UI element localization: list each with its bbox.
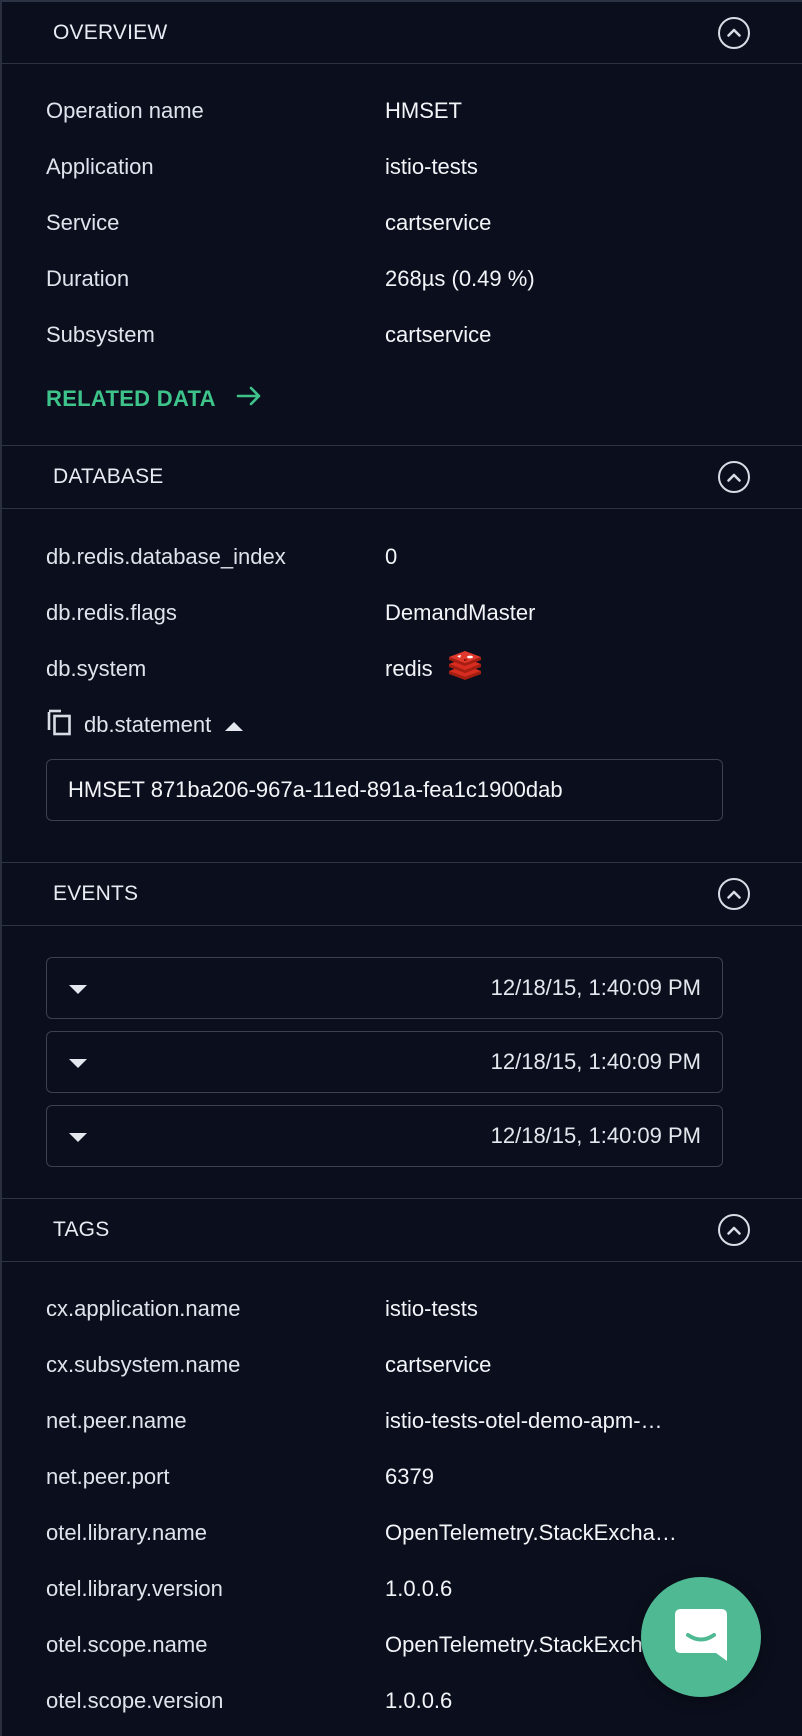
database-section-title: DATABASE [53,465,164,488]
row-key: cx.subsystem.name [46,1352,241,1377]
chevron-up-circle-icon[interactable] [718,1214,750,1246]
db-statement-row: db.statement [46,697,758,753]
event-time: 12/18/15, 1:40:09 PM [490,1123,701,1148]
tags-section-title: TAGS [53,1218,110,1241]
row-value: 0 [385,544,398,569]
caret-down-icon[interactable] [69,1123,87,1149]
chat-launcher-button[interactable] [641,1577,761,1697]
row-key: otel.scope.version [46,1688,224,1713]
event-time: 12/18/15, 1:40:09 PM [490,1049,701,1074]
overview-row: Duration 268µs (0.49 %) [46,251,758,307]
tag-row: otel.scope.version 1.0.0.6 [46,1673,758,1729]
row-key: Service [46,210,120,235]
row-value: 1.0.0.6 [385,1576,453,1601]
row-value: OpenTelemetry.StackExch… [385,1632,665,1657]
db-statement-value: HMSET 871ba206-967a-11ed-891a-fea1c1900d… [68,777,563,802]
row-key: db.system [46,656,147,681]
copy-icon[interactable] [46,708,72,742]
chevron-up-circle-icon[interactable] [718,16,750,49]
overview-row: Operation name HMSET [46,83,758,139]
tag-row: net.peer.name istio-tests-otel-demo-apm-… [46,1393,758,1449]
database-section-header[interactable]: DATABASE [2,445,802,509]
row-value: 6379 [385,1464,434,1489]
row-key: otel.scope.name [46,1632,208,1657]
row-key: Application [46,154,154,179]
row-key: net.peer.name [46,1408,187,1433]
row-value: cartservice [385,322,492,347]
overview-section-title: OVERVIEW [53,20,168,44]
row-value: istio-tests [385,154,478,179]
overview-row: Application istio-tests [46,139,758,195]
database-row: db.redis.database_index 0 [46,529,758,585]
row-value: istio-tests-otel-demo-apm-… [385,1408,663,1433]
row-value-with-icon: redis [385,651,483,687]
row-key: Duration [46,266,130,291]
database-row: db.redis.flags DemandMaster [46,585,758,641]
database-section-body: db.redis.database_index 0 db.redis.flags… [2,509,802,862]
related-data-label: RELATED DATA [46,386,216,411]
event-item[interactable]: 12/18/15, 1:40:09 PM [46,957,723,1019]
events-section-body: 12/18/15, 1:40:09 PM 12/18/15, 1:40:09 P… [2,926,802,1198]
database-row: db.system redis [46,641,758,697]
redis-logo-icon [447,651,483,687]
overview-row: Subsystem cartservice [46,307,758,363]
row-key: Subsystem [46,322,155,347]
chevron-up-circle-icon[interactable] [718,878,750,910]
row-key: otel.library.name [46,1520,207,1545]
row-key: net.peer.port [46,1464,170,1489]
tag-row: cx.application.name istio-tests [46,1281,758,1337]
db-statement-label: db.statement [84,712,212,737]
overview-section-header[interactable]: OVERVIEW [2,0,802,64]
chevron-up-circle-icon[interactable] [718,461,750,493]
span-details-panel: OVERVIEW Operation name HMSET Applicatio… [0,0,802,1736]
tag-row: otel.library.name OpenTelemetry.StackExc… [46,1505,758,1561]
caret-down-icon[interactable] [69,975,87,1001]
row-key: Operation name [46,98,204,123]
event-time: 12/18/15, 1:40:09 PM [490,975,701,1000]
overview-section-body: Operation name HMSET Application istio-t… [2,64,802,445]
related-data-link[interactable]: RELATED DATA [46,371,758,427]
row-value: istio-tests [385,1296,478,1321]
row-key: cx.application.name [46,1296,241,1321]
arrow-right-icon [216,386,262,412]
row-value: DemandMaster [385,600,536,625]
db-statement-value-box[interactable]: HMSET 871ba206-967a-11ed-891a-fea1c1900d… [46,759,723,821]
row-value: 1.0.0.6 [385,1688,453,1713]
tag-row: cx.subsystem.name cartservice [46,1337,758,1393]
row-value: 268µs (0.49 %) [385,266,535,291]
event-item[interactable]: 12/18/15, 1:40:09 PM [46,1031,723,1093]
events-section-header[interactable]: EVENTS [2,862,802,926]
chat-bubble-icon [669,1603,733,1672]
row-value: cartservice [385,210,492,235]
tags-section-header[interactable]: TAGS [2,1198,802,1262]
row-value: HMSET [385,98,462,123]
row-key: db.redis.database_index [46,544,286,569]
tag-row: net.peer.port 6379 [46,1449,758,1505]
overview-row: Service cartservice [46,195,758,251]
events-section-title: EVENTS [53,882,139,905]
caret-up-icon[interactable] [225,712,244,738]
caret-down-icon[interactable] [69,1049,87,1075]
row-key: db.redis.flags [46,600,177,625]
event-item[interactable]: 12/18/15, 1:40:09 PM [46,1105,723,1167]
row-value: OpenTelemetry.StackExcha… [385,1520,677,1545]
row-value: cartservice [385,1352,492,1377]
db-system-value: redis [385,656,433,681]
row-key: otel.library.version [46,1576,223,1601]
